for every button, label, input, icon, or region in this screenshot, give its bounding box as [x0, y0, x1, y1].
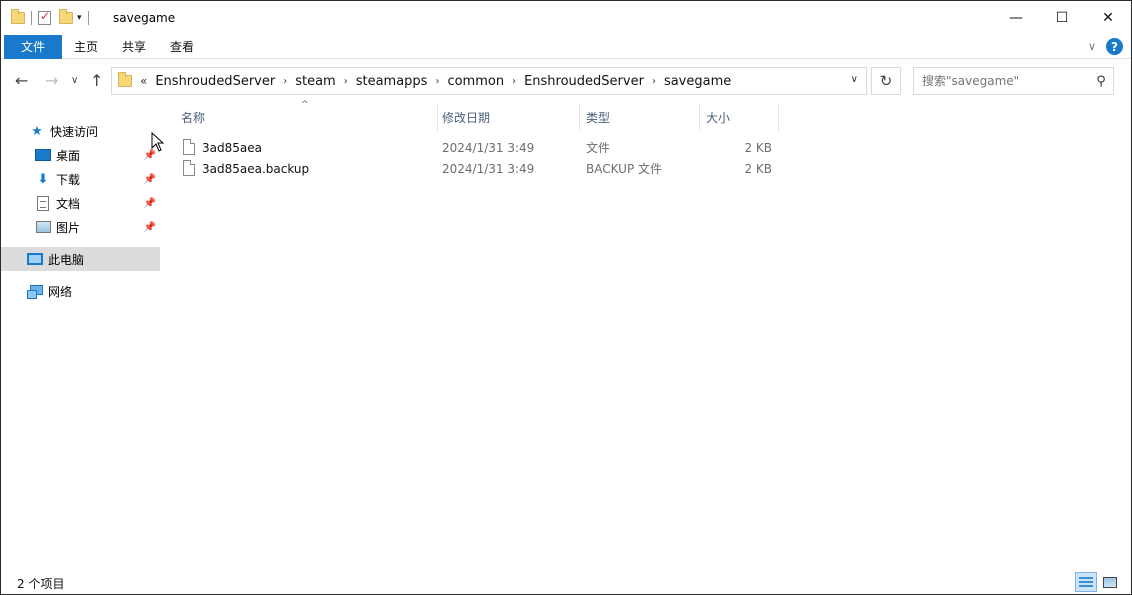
folder-icon [11, 9, 25, 24]
sidebar-item-label: 网络 [48, 284, 73, 299]
sidebar-item-label: 快速访问 [50, 124, 99, 139]
sidebar-item-label: 下载 [56, 172, 81, 187]
view-switcher [1075, 572, 1121, 592]
help-icon[interactable]: ? [1106, 38, 1123, 55]
column-header-date[interactable]: 修改日期 [442, 103, 580, 131]
navigation-pane: ★ 快速访问 桌面 📌 ⬇ 下载 📌 文档 📌 图片 📌 此电脑 网络 [1, 103, 161, 568]
file-name: 3ad85aea.backup [202, 161, 310, 176]
search-icon[interactable]: ⚲ [1089, 74, 1113, 89]
search-box: ⚲ [913, 67, 1114, 95]
sidebar-item-desktop[interactable]: 桌面 📌 [1, 143, 160, 167]
breadcrumb-item[interactable]: steamapps [348, 74, 436, 89]
tab-share[interactable]: 共享 [110, 35, 158, 59]
folder-icon [118, 72, 132, 87]
computer-icon [27, 251, 43, 267]
column-header-name[interactable]: 名称 [181, 103, 438, 131]
sidebar-item-network[interactable]: 网络 [1, 279, 160, 303]
sidebar-item-quick-access[interactable]: ★ 快速访问 [1, 119, 160, 143]
forward-button[interactable]: → [45, 71, 58, 90]
pin-icon: 📌 [143, 197, 156, 209]
details-view-icon [1079, 576, 1093, 588]
file-row[interactable]: 3ad85aea 2024/1/31 3:49 文件 2 KB [181, 137, 781, 158]
sidebar-item-this-pc[interactable]: 此电脑 [1, 247, 160, 271]
new-folder-icon[interactable] [59, 9, 73, 24]
sidebar-item-pictures[interactable]: 图片 📌 [1, 215, 160, 239]
customize-toolbar-icon[interactable]: ▾ [77, 13, 82, 23]
file-list: ^ 名称 修改日期 类型 大小 3ad85aea 2024/1/31 3:49 … [161, 100, 1131, 568]
document-icon [35, 195, 51, 211]
sidebar-item-downloads[interactable]: ⬇ 下载 📌 [1, 167, 160, 191]
tab-home[interactable]: 主页 [62, 35, 110, 59]
large-icons-view-button[interactable] [1099, 572, 1121, 592]
window-controls: — ☐ ✕ [993, 1, 1131, 35]
desktop-icon [35, 147, 51, 163]
large-icons-view-icon [1103, 576, 1117, 588]
pin-icon: 📌 [143, 221, 156, 233]
pin-icon: 📌 [143, 173, 156, 185]
refresh-button[interactable]: ↻ [871, 67, 901, 95]
file-type: 文件 [586, 141, 611, 155]
sidebar-item-documents[interactable]: 文档 📌 [1, 191, 160, 215]
item-count: 2 个项目 [17, 577, 65, 591]
file-size: 2 KB [744, 161, 772, 176]
column-header-type[interactable]: 类型 [586, 103, 700, 131]
download-icon: ⬇ [37, 171, 49, 187]
network-icon [27, 283, 43, 299]
file-icon [183, 160, 195, 176]
column-header-label: 名称 [181, 110, 206, 125]
window-title: savegame [113, 11, 176, 25]
maximize-button[interactable]: ☐ [1039, 1, 1085, 35]
tab-file[interactable]: 文件 [4, 34, 62, 59]
sidebar-item-label: 图片 [56, 220, 81, 235]
details-view-button[interactable] [1075, 572, 1097, 592]
chevron-down-icon[interactable]: ∨ [851, 74, 858, 85]
status-bar: 2 个项目 [1, 569, 1131, 595]
tab-view[interactable]: 查看 [158, 35, 206, 59]
file-date: 2024/1/31 3:49 [442, 161, 535, 176]
file-type: BACKUP 文件 [586, 162, 662, 176]
navigation-bar: ← → ∨ ↑ « EnshroudedServer › steam › ste… [1, 59, 1131, 103]
sidebar-item-label: 桌面 [56, 148, 81, 163]
expand-ribbon-icon[interactable]: ∨ [1088, 40, 1096, 53]
breadcrumb-item[interactable]: EnshroudedServer [516, 74, 652, 89]
ribbon-tabs: 文件 主页 共享 查看 ∨ ? [1, 34, 1131, 59]
properties-icon[interactable] [38, 9, 51, 25]
column-header-size[interactable]: 大小 [706, 103, 779, 131]
title-bar: ▾ savegame — ☐ ✕ [1, 1, 1131, 35]
file-name: 3ad85aea [202, 140, 262, 155]
column-header-label: 大小 [706, 110, 731, 125]
ribbon-right-controls: ∨ ? [1088, 38, 1123, 55]
breadcrumb-item[interactable]: EnshroudedServer [147, 74, 283, 89]
file-icon [183, 139, 195, 155]
address-bar[interactable]: « EnshroudedServer › steam › steamapps ›… [111, 67, 867, 95]
sidebar-item-label: 此电脑 [48, 252, 85, 267]
recent-locations-button[interactable]: ∨ [71, 75, 78, 86]
file-row[interactable]: 3ad85aea.backup 2024/1/31 3:49 BACKUP 文件… [181, 158, 781, 179]
back-button[interactable]: ← [15, 71, 28, 90]
up-button[interactable]: ↑ [90, 71, 103, 90]
toolbar-divider [87, 11, 89, 25]
minimize-button[interactable]: — [993, 1, 1039, 35]
file-size: 2 KB [744, 140, 772, 155]
close-button[interactable]: ✕ [1085, 1, 1131, 35]
quick-access-toolbar: ▾ [11, 9, 95, 27]
search-input[interactable] [914, 69, 1089, 93]
sidebar-item-label: 文档 [56, 196, 81, 211]
column-header-label: 修改日期 [442, 110, 491, 125]
picture-icon [35, 219, 51, 235]
breadcrumb-item[interactable]: common [439, 74, 512, 89]
breadcrumb-item[interactable]: savegame [656, 74, 739, 89]
breadcrumb-overflow[interactable]: « [140, 74, 147, 88]
column-header-label: 类型 [586, 110, 611, 125]
file-date: 2024/1/31 3:49 [442, 140, 535, 155]
star-icon: ★ [31, 123, 43, 139]
toolbar-divider [31, 11, 32, 25]
explorer-window: ▾ savegame — ☐ ✕ 文件 主页 共享 查看 ∨ ? ← → ∨ ↑… [0, 0, 1132, 595]
breadcrumb-item[interactable]: steam [287, 74, 344, 89]
